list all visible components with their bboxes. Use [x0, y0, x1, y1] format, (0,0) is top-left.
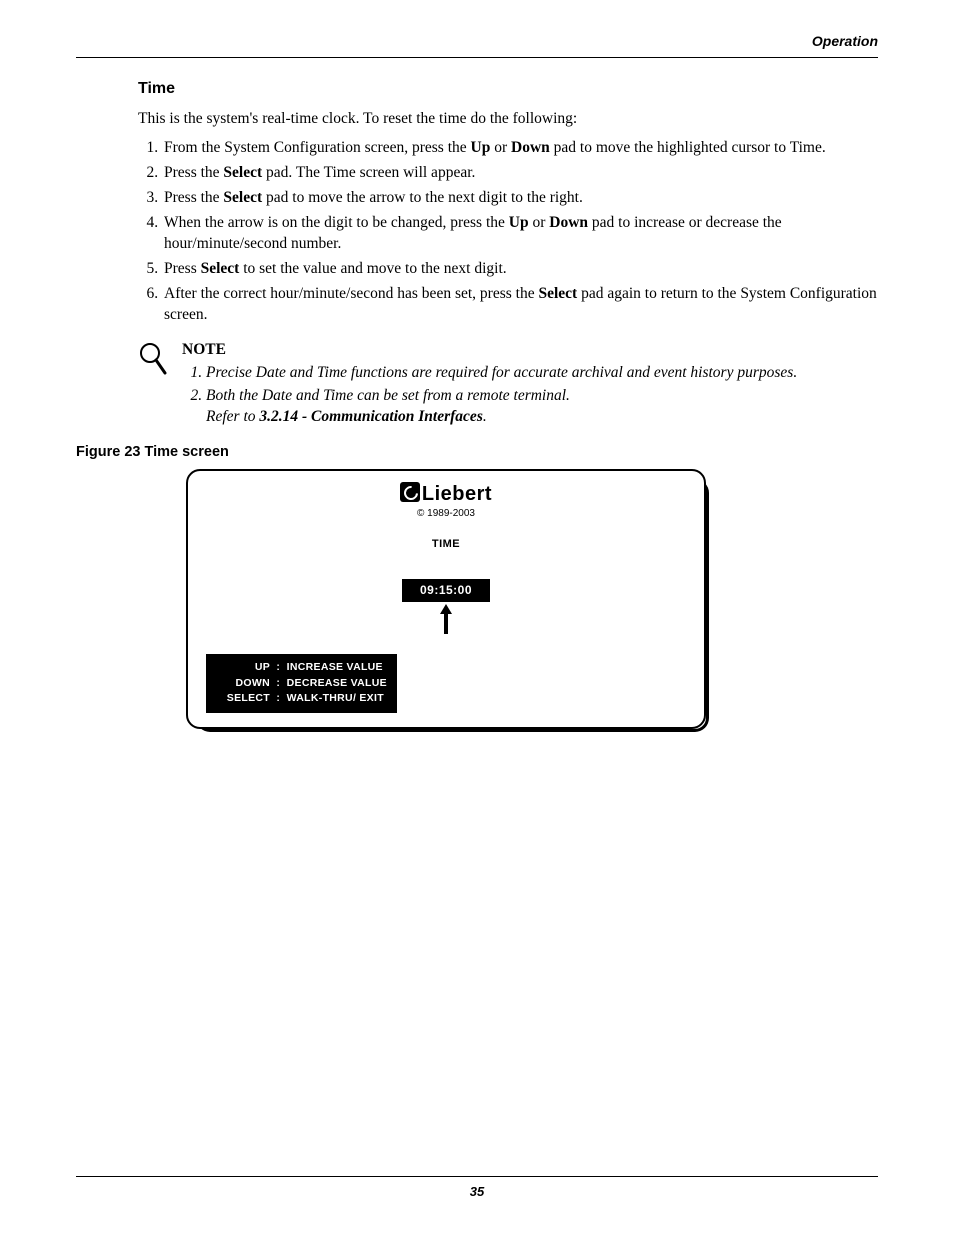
- note-heading: NOTE: [182, 340, 878, 361]
- step-text: or: [529, 214, 550, 231]
- step-2: Press the Select pad. The Time screen wi…: [162, 163, 878, 184]
- brand-text: Liebert: [422, 483, 492, 505]
- step-text: Press the: [164, 164, 223, 181]
- brand-logo: Liebert: [188, 481, 704, 508]
- key-up: Up: [509, 214, 529, 231]
- legend-key: SELECT: [216, 691, 270, 707]
- copyright-text: © 1989-2003: [188, 507, 704, 521]
- liebert-logo-icon: [400, 482, 420, 502]
- legend-key: UP: [216, 660, 270, 676]
- key-select: Select: [223, 189, 262, 206]
- step-text: From the System Configuration screen, pr…: [164, 139, 471, 156]
- key-legend: UP : INCREASE VALUE DOWN : DECREASE VALU…: [206, 654, 397, 713]
- legend-value: DECREASE VALUE: [287, 677, 387, 689]
- key-select: Select: [538, 285, 577, 302]
- time-value: 09:15:00: [402, 579, 490, 601]
- key-select: Select: [223, 164, 262, 181]
- steps-list: From the System Configuration screen, pr…: [138, 138, 878, 325]
- legend-value: WALK-THRU/ EXIT: [287, 692, 384, 704]
- cross-reference: 3.2.14 - Communication Interfaces: [259, 408, 482, 425]
- step-text: Press: [164, 260, 201, 277]
- note-text: .: [483, 408, 487, 425]
- legend-row-down: DOWN : DECREASE VALUE: [216, 676, 387, 692]
- page-number: 35: [76, 1176, 878, 1201]
- magnifier-icon: [138, 340, 182, 383]
- step-6: After the correct hour/minute/second has…: [162, 284, 878, 326]
- note-text: Both the Date and Time can be set from a…: [206, 387, 570, 404]
- body-content: Time This is the system's real-time cloc…: [138, 78, 878, 430]
- note-item-2: Both the Date and Time can be set from a…: [206, 386, 878, 428]
- up-arrow-icon: [188, 604, 704, 634]
- note-list: Precise Date and Time functions are requ…: [182, 363, 878, 428]
- section-heading-time: Time: [138, 78, 878, 100]
- step-text: When the arrow is on the digit to be cha…: [164, 214, 509, 231]
- key-down: Down: [511, 139, 550, 156]
- intro-paragraph: This is the system's real-time clock. To…: [138, 109, 878, 130]
- step-5: Press Select to set the value and move t…: [162, 259, 878, 280]
- legend-row-up: UP : INCREASE VALUE: [216, 660, 387, 676]
- step-text: Press the: [164, 189, 223, 206]
- time-screen: Liebert © 1989-2003 TIME 09:15:00 UP : I…: [186, 469, 706, 729]
- key-select: Select: [201, 260, 240, 277]
- screen-title: TIME: [188, 537, 704, 552]
- key-down: Down: [549, 214, 588, 231]
- step-text: or: [490, 139, 511, 156]
- legend-value: INCREASE VALUE: [287, 661, 383, 673]
- figure-caption: Figure 23 Time screen: [76, 443, 878, 463]
- step-1: From the System Configuration screen, pr…: [162, 138, 878, 159]
- step-text: pad to move the arrow to the next digit …: [262, 189, 583, 206]
- running-header: Operation: [76, 32, 878, 58]
- note-block: NOTE Precise Date and Time functions are…: [138, 340, 878, 430]
- note-item-1: Precise Date and Time functions are requ…: [206, 363, 878, 384]
- legend-key: DOWN: [216, 676, 270, 692]
- step-text: pad to move the highlighted cursor to Ti…: [550, 139, 826, 156]
- step-4: When the arrow is on the digit to be cha…: [162, 213, 878, 255]
- note-text: Refer to: [206, 408, 259, 425]
- legend-row-select: SELECT : WALK-THRU/ EXIT: [216, 691, 387, 707]
- step-3: Press the Select pad to move the arrow t…: [162, 188, 878, 209]
- step-text: to set the value and move to the next di…: [239, 260, 506, 277]
- step-text: pad. The Time screen will appear.: [262, 164, 475, 181]
- key-up: Up: [471, 139, 491, 156]
- step-text: After the correct hour/minute/second has…: [164, 285, 538, 302]
